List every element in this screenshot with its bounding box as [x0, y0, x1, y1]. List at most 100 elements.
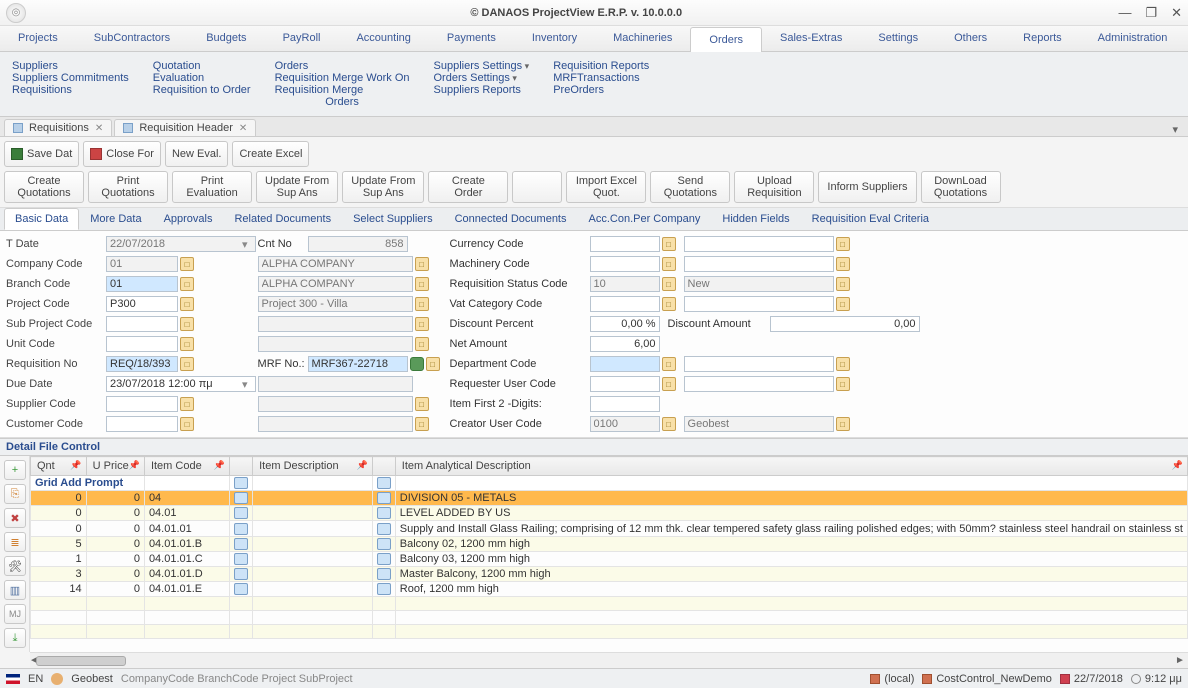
toolbar-big-5[interactable]: Create Order	[428, 171, 508, 203]
lookup-icon[interactable]: □	[426, 357, 440, 371]
cell-lookup-icon[interactable]	[377, 492, 391, 504]
save-button[interactable]: Save Dat	[4, 141, 79, 167]
grid-hscrollbar[interactable]: ◄ ►	[30, 652, 1188, 668]
col-header[interactable]: Item Description📌	[253, 457, 373, 476]
field-value2[interactable]	[684, 276, 834, 292]
menu-projects[interactable]: Projects	[0, 26, 76, 51]
subtab-select-suppliers[interactable]: Select Suppliers	[342, 208, 444, 230]
detail-grid[interactable]: Qnt📌U Price📌Item Code📌Item Description📌I…	[30, 456, 1188, 652]
field-unit-code[interactable]	[106, 336, 178, 352]
cell-lookup-icon[interactable]	[377, 523, 391, 535]
pin-icon[interactable]: 📌	[214, 460, 225, 471]
field-desc[interactable]	[258, 316, 413, 332]
toolbar-big-0[interactable]: Create Quotations	[4, 171, 84, 203]
toolbar-big-8[interactable]: Send Quotations	[650, 171, 730, 203]
field-vat-category-code[interactable]	[590, 296, 660, 312]
lookup-icon[interactable]: □	[180, 357, 194, 371]
field-currency-code[interactable]	[590, 236, 660, 252]
field-t-date[interactable]	[106, 236, 256, 252]
field-desc[interactable]	[258, 376, 413, 392]
cell-lookup-icon[interactable]	[377, 538, 391, 550]
pin-icon[interactable]: 📌	[1172, 460, 1183, 471]
table-row[interactable]: 0004DIVISION 05 - METALS	[31, 491, 1188, 506]
cell-lookup-icon[interactable]	[234, 477, 248, 489]
field-desc[interactable]	[258, 276, 413, 292]
table-row[interactable]: 0004.01.01Supply and Install Glass Raili…	[31, 521, 1188, 536]
grid-columns-button[interactable]: ▥	[4, 580, 26, 600]
cell-lookup-icon[interactable]	[234, 523, 248, 535]
field-item-first-2-digits-[interactable]	[590, 396, 660, 412]
close-window-button[interactable]: ✕	[1171, 5, 1182, 21]
lookup-icon[interactable]: □	[415, 277, 429, 291]
field-due-date[interactable]	[106, 376, 256, 392]
ribbon-orders[interactable]: Orders	[275, 60, 410, 72]
lookup-icon[interactable]: □	[180, 297, 194, 311]
field-requisition-status-code[interactable]	[590, 276, 660, 292]
date-dropdown-icon[interactable]: ▾	[242, 378, 248, 391]
subtab-related-documents[interactable]: Related Documents	[223, 208, 342, 230]
lookup-icon[interactable]: □	[662, 277, 676, 291]
cell-lookup-icon[interactable]	[234, 507, 248, 519]
toolbar-big-10[interactable]: Inform Suppliers	[818, 171, 916, 203]
close-tab-icon[interactable]: ✕	[95, 123, 103, 134]
lookup-icon[interactable]: □	[836, 357, 850, 371]
ribbon-suppliers[interactable]: Suppliers	[12, 60, 129, 72]
table-row[interactable]: 1004.01.01.CBalcony 03, 1200 mm high	[31, 551, 1188, 566]
scroll-right-icon[interactable]: ►	[1174, 655, 1186, 667]
field-net-amount[interactable]	[590, 336, 660, 352]
lookup-icon[interactable]: □	[662, 377, 676, 391]
ribbon-mrf-transactions[interactable]: MRFTransactions	[553, 72, 649, 84]
ribbon-requisitions[interactable]: Requisitions	[12, 84, 129, 96]
close-form-button[interactable]: Close For	[83, 141, 161, 167]
lookup-icon[interactable]: □	[836, 237, 850, 251]
minimize-button[interactable]: —	[1118, 5, 1131, 21]
toolbar-big-9[interactable]: Upload Requisition	[734, 171, 814, 203]
table-row[interactable]: 5004.01.01.BBalcony 02, 1200 mm high	[31, 536, 1188, 551]
col-header[interactable]: Qnt📌	[31, 457, 87, 476]
menu-orders[interactable]: Orders	[690, 27, 762, 52]
doctab-requisitions[interactable]: Requisitions ✕	[4, 119, 112, 136]
field-desc[interactable]	[258, 396, 413, 412]
subtab-requisition-eval-criteria[interactable]: Requisition Eval Criteria	[801, 208, 940, 230]
ribbon-quotation[interactable]: Quotation	[153, 60, 251, 72]
doctab-requisition-header[interactable]: Requisition Header ✕	[114, 119, 256, 136]
lookup-icon[interactable]: □	[415, 417, 429, 431]
lookup-icon[interactable]: □	[180, 397, 194, 411]
subtab-acc-con-per-company[interactable]: Acc.Con.Per Company	[578, 208, 712, 230]
menu-inventory[interactable]: Inventory	[514, 26, 595, 51]
field-value2[interactable]	[684, 236, 834, 252]
field-value2[interactable]	[684, 356, 834, 372]
toolbar-big-11[interactable]: DownLoad Quotations	[921, 171, 1001, 203]
field-machinery-code[interactable]	[590, 256, 660, 272]
field-requester-user-code[interactable]	[590, 376, 660, 392]
field-desc[interactable]	[258, 416, 413, 432]
field-supplier-code[interactable]	[106, 396, 178, 412]
menu-budgets[interactable]: Budgets	[188, 26, 264, 51]
pin-icon[interactable]: 📌	[70, 460, 81, 471]
cell-lookup-icon[interactable]	[377, 553, 391, 565]
lookup-icon[interactable]: □	[415, 297, 429, 311]
toolbar-big-4[interactable]: Update From Sup Ans	[342, 171, 424, 203]
menu-subcontractors[interactable]: SubContractors	[76, 26, 188, 51]
lookup-icon[interactable]: □	[180, 337, 194, 351]
scroll-thumb[interactable]	[36, 656, 126, 666]
field-project-code[interactable]	[106, 296, 178, 312]
subtab-hidden-fields[interactable]: Hidden Fields	[711, 208, 800, 230]
subtab-connected-documents[interactable]: Connected Documents	[444, 208, 578, 230]
ribbon-requisition-reports[interactable]: Requisition Reports	[553, 60, 649, 72]
lookup-icon[interactable]: □	[415, 337, 429, 351]
col-header[interactable]: U Price📌	[86, 457, 144, 476]
cell-lookup-icon[interactable]	[377, 477, 391, 489]
grid-duplicate-button[interactable]: ≣	[4, 532, 26, 552]
menu-administration[interactable]: Administration	[1080, 26, 1186, 51]
toolbar-big-3[interactable]: Update From Sup Ans	[256, 171, 338, 203]
date-dropdown-icon[interactable]: ▾	[242, 238, 248, 251]
field-value2[interactable]	[684, 416, 834, 432]
menu-others[interactable]: Others	[936, 26, 1005, 51]
table-row[interactable]: 14004.01.01.ERoof, 1200 mm high	[31, 581, 1188, 596]
grid-mj-button[interactable]: MJ	[4, 604, 26, 624]
col-header[interactable]: Item Analytical Description📌	[395, 457, 1187, 476]
lookup-icon[interactable]: □	[662, 417, 676, 431]
lookup-icon[interactable]: □	[415, 397, 429, 411]
lookup-icon[interactable]: □	[662, 237, 676, 251]
